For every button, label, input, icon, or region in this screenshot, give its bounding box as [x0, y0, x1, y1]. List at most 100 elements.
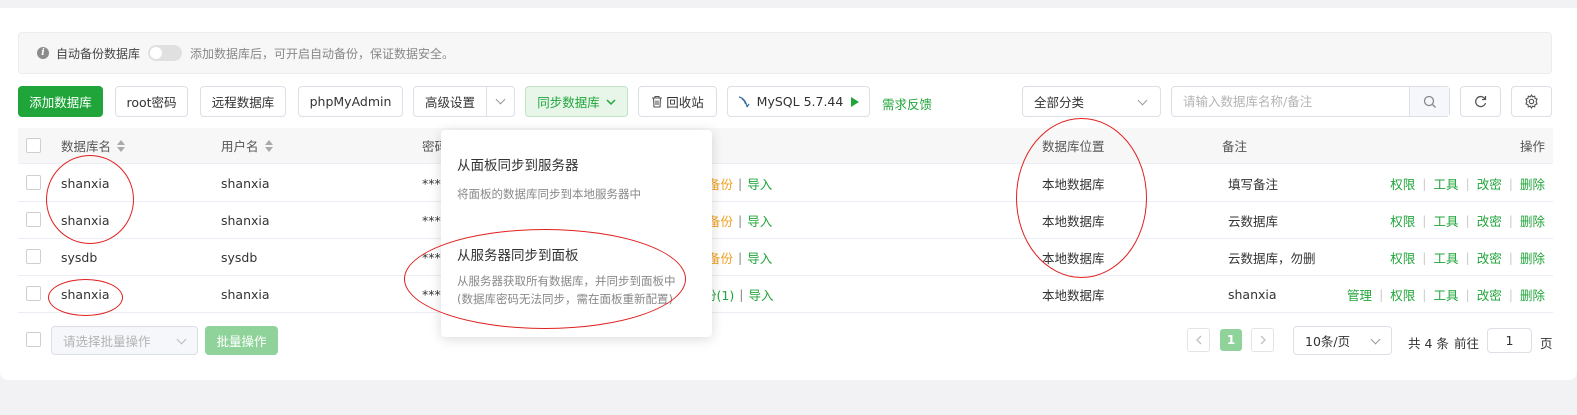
db-remark[interactable]: 云数据库 — [1228, 202, 1278, 238]
sync-panel-to-server-item[interactable]: 从面板同步到服务器 将面板的数据库同步到本地服务器中 — [457, 154, 641, 203]
phpmyadmin-button[interactable]: phpMyAdmin — [298, 86, 403, 117]
import-link[interactable]: 导入 — [748, 285, 773, 304]
settings-button[interactable] — [1511, 86, 1552, 117]
row-checkbox[interactable] — [26, 249, 41, 264]
divider: | — [1422, 175, 1427, 191]
batch-operation-select[interactable]: 请选择批量操作 — [51, 326, 198, 355]
permission-link[interactable]: 权限 — [1390, 285, 1415, 304]
recycle-bin-label: 回收站 — [666, 95, 704, 110]
divider: | — [1508, 249, 1513, 265]
divider: | — [1465, 212, 1470, 228]
import-link[interactable]: 导入 — [747, 248, 772, 267]
sync-server-to-panel-item[interactable]: 从服务器同步到面板 从服务器获取所有数据库，并同步到面板中 (数据库密码无法同步… — [457, 244, 676, 308]
category-select[interactable]: 全部分类 — [1022, 86, 1161, 117]
db-password[interactable]: *** — [422, 202, 441, 238]
recycle-bin-button[interactable]: 回收站 — [638, 86, 717, 117]
search-box — [1171, 86, 1450, 117]
gear-icon — [1525, 94, 1538, 109]
remote-database-button[interactable]: 远程数据库 — [200, 86, 286, 117]
batch-operation-button[interactable]: 批量操作 — [205, 326, 278, 355]
table-row: sysdb sysdb *** 备份 | 导入 本地数据库 云数据库，勿删 权限 | … — [18, 239, 1553, 276]
divider: | — [1422, 249, 1427, 265]
batch-operation-placeholder: 请选择批量操作 — [63, 334, 151, 349]
delete-link[interactable]: 删除 — [1520, 285, 1545, 304]
db-name[interactable]: shanxia — [61, 165, 110, 201]
auto-backup-label: 自动备份数据库 — [56, 46, 141, 61]
divider: | — [1465, 286, 1470, 302]
chevron-right-icon — [1260, 335, 1266, 345]
db-location: 本地数据库 — [1042, 287, 1105, 303]
db-password[interactable]: *** — [422, 276, 441, 312]
row-ops: 权限 | 工具 | 改密 | 删除 — [1390, 202, 1545, 238]
refresh-button[interactable] — [1460, 86, 1501, 117]
db-name[interactable]: shanxia — [61, 276, 110, 312]
delete-link[interactable]: 删除 — [1520, 174, 1545, 193]
import-link[interactable]: 导入 — [747, 174, 772, 193]
goto-page-input[interactable]: 1 — [1487, 328, 1532, 353]
db-remark[interactable]: shanxia — [1228, 276, 1277, 312]
row-checkbox[interactable] — [26, 286, 41, 301]
advanced-settings-button[interactable]: 高级设置 — [413, 86, 515, 117]
row-checkbox[interactable] — [26, 212, 41, 227]
next-page-button[interactable] — [1251, 328, 1274, 352]
divider: | — [1422, 212, 1427, 228]
db-remark[interactable]: 填写备注 — [1228, 165, 1278, 201]
root-password-button[interactable]: root密码 — [115, 86, 188, 117]
divider: | — [1508, 286, 1513, 302]
tools-link[interactable]: 工具 — [1434, 248, 1459, 267]
feedback-link[interactable]: 需求反馈 — [882, 94, 932, 113]
add-database-button[interactable]: 添加数据库 — [18, 86, 103, 117]
sync-panel-to-server-desc: 将面板的数据库同步到本地服务器中 — [457, 187, 641, 201]
table-row: shanxia shanxia *** 备份 | 导入 本地数据库 填写备注 权限 |… — [18, 165, 1553, 202]
sync-database-button[interactable]: 同步数据库 — [525, 86, 628, 117]
permission-link[interactable]: 权限 — [1390, 211, 1415, 230]
header-user[interactable]: 用户名 — [221, 128, 273, 163]
row-ops: 权限 | 工具 | 改密 | 删除 — [1390, 239, 1545, 275]
search-input[interactable] — [1172, 87, 1409, 116]
row-checkbox[interactable] — [26, 175, 41, 190]
delete-link[interactable]: 删除 — [1520, 248, 1545, 267]
db-user: shanxia — [221, 286, 270, 302]
permission-link[interactable]: 权限 — [1390, 248, 1415, 267]
goto-label: 前往 — [1454, 336, 1480, 351]
manage-link[interactable]: 管理 — [1347, 285, 1372, 304]
change-password-link[interactable]: 改密 — [1477, 211, 1502, 230]
table-row: shanxia shanxia *** 备份 | 导入 本地数据库 云数据库 权限 |… — [18, 202, 1553, 239]
search-button[interactable] — [1409, 87, 1449, 116]
header-name[interactable]: 数据库名 — [61, 128, 126, 163]
divider: | — [1465, 249, 1470, 265]
play-icon — [851, 96, 860, 107]
db-password[interactable]: *** — [422, 239, 441, 275]
prev-page-button[interactable] — [1187, 328, 1210, 352]
import-link[interactable]: 导入 — [747, 211, 772, 230]
page-size-value: 10条/页 — [1305, 334, 1351, 349]
db-name[interactable]: sysdb — [61, 239, 97, 275]
sync-server-to-panel-desc-line2: (数据库密码无法同步，需在面板重新配置) — [457, 292, 673, 306]
sort-icon — [264, 139, 273, 152]
db-location: 本地数据库 — [1042, 250, 1105, 266]
backup-import-cell: 备份 | 导入 — [708, 239, 772, 275]
change-password-link[interactable]: 改密 — [1477, 174, 1502, 193]
db-name[interactable]: shanxia — [61, 202, 110, 238]
permission-link[interactable]: 权限 — [1390, 174, 1415, 193]
db-password[interactable]: *** — [422, 165, 441, 201]
db-remark[interactable]: 云数据库，勿删 — [1228, 239, 1316, 275]
tools-link[interactable]: 工具 — [1434, 211, 1459, 230]
page-number-current[interactable]: 1 — [1220, 329, 1242, 351]
delete-link[interactable]: 删除 — [1520, 211, 1545, 230]
change-password-link[interactable]: 改密 — [1477, 248, 1502, 267]
table-row: shanxia shanxia *** 份(1) | 导入 本地数据库 shanxi… — [18, 276, 1553, 313]
page-size-select[interactable]: 10条/页 — [1293, 326, 1392, 355]
auto-backup-tip: i 自动备份数据库 添加数据库后，可开启自动备份，保证数据安全。 — [18, 32, 1552, 74]
refresh-icon — [1475, 95, 1487, 108]
select-all-checkbox[interactable] — [26, 138, 41, 153]
row-ops: 管理 | 权限 | 工具 | 改密 | 删除 — [1347, 276, 1545, 312]
mysql-version-button[interactable]: MySQL 5.7.44 — [727, 86, 870, 117]
chevron-down-icon — [495, 94, 506, 105]
auto-backup-toggle[interactable] — [148, 45, 183, 61]
tools-link[interactable]: 工具 — [1434, 174, 1459, 193]
change-password-link[interactable]: 改密 — [1477, 285, 1502, 304]
select-all-bottom-checkbox[interactable] — [26, 332, 41, 347]
tools-link[interactable]: 工具 — [1434, 285, 1459, 304]
sort-icon — [117, 139, 126, 152]
